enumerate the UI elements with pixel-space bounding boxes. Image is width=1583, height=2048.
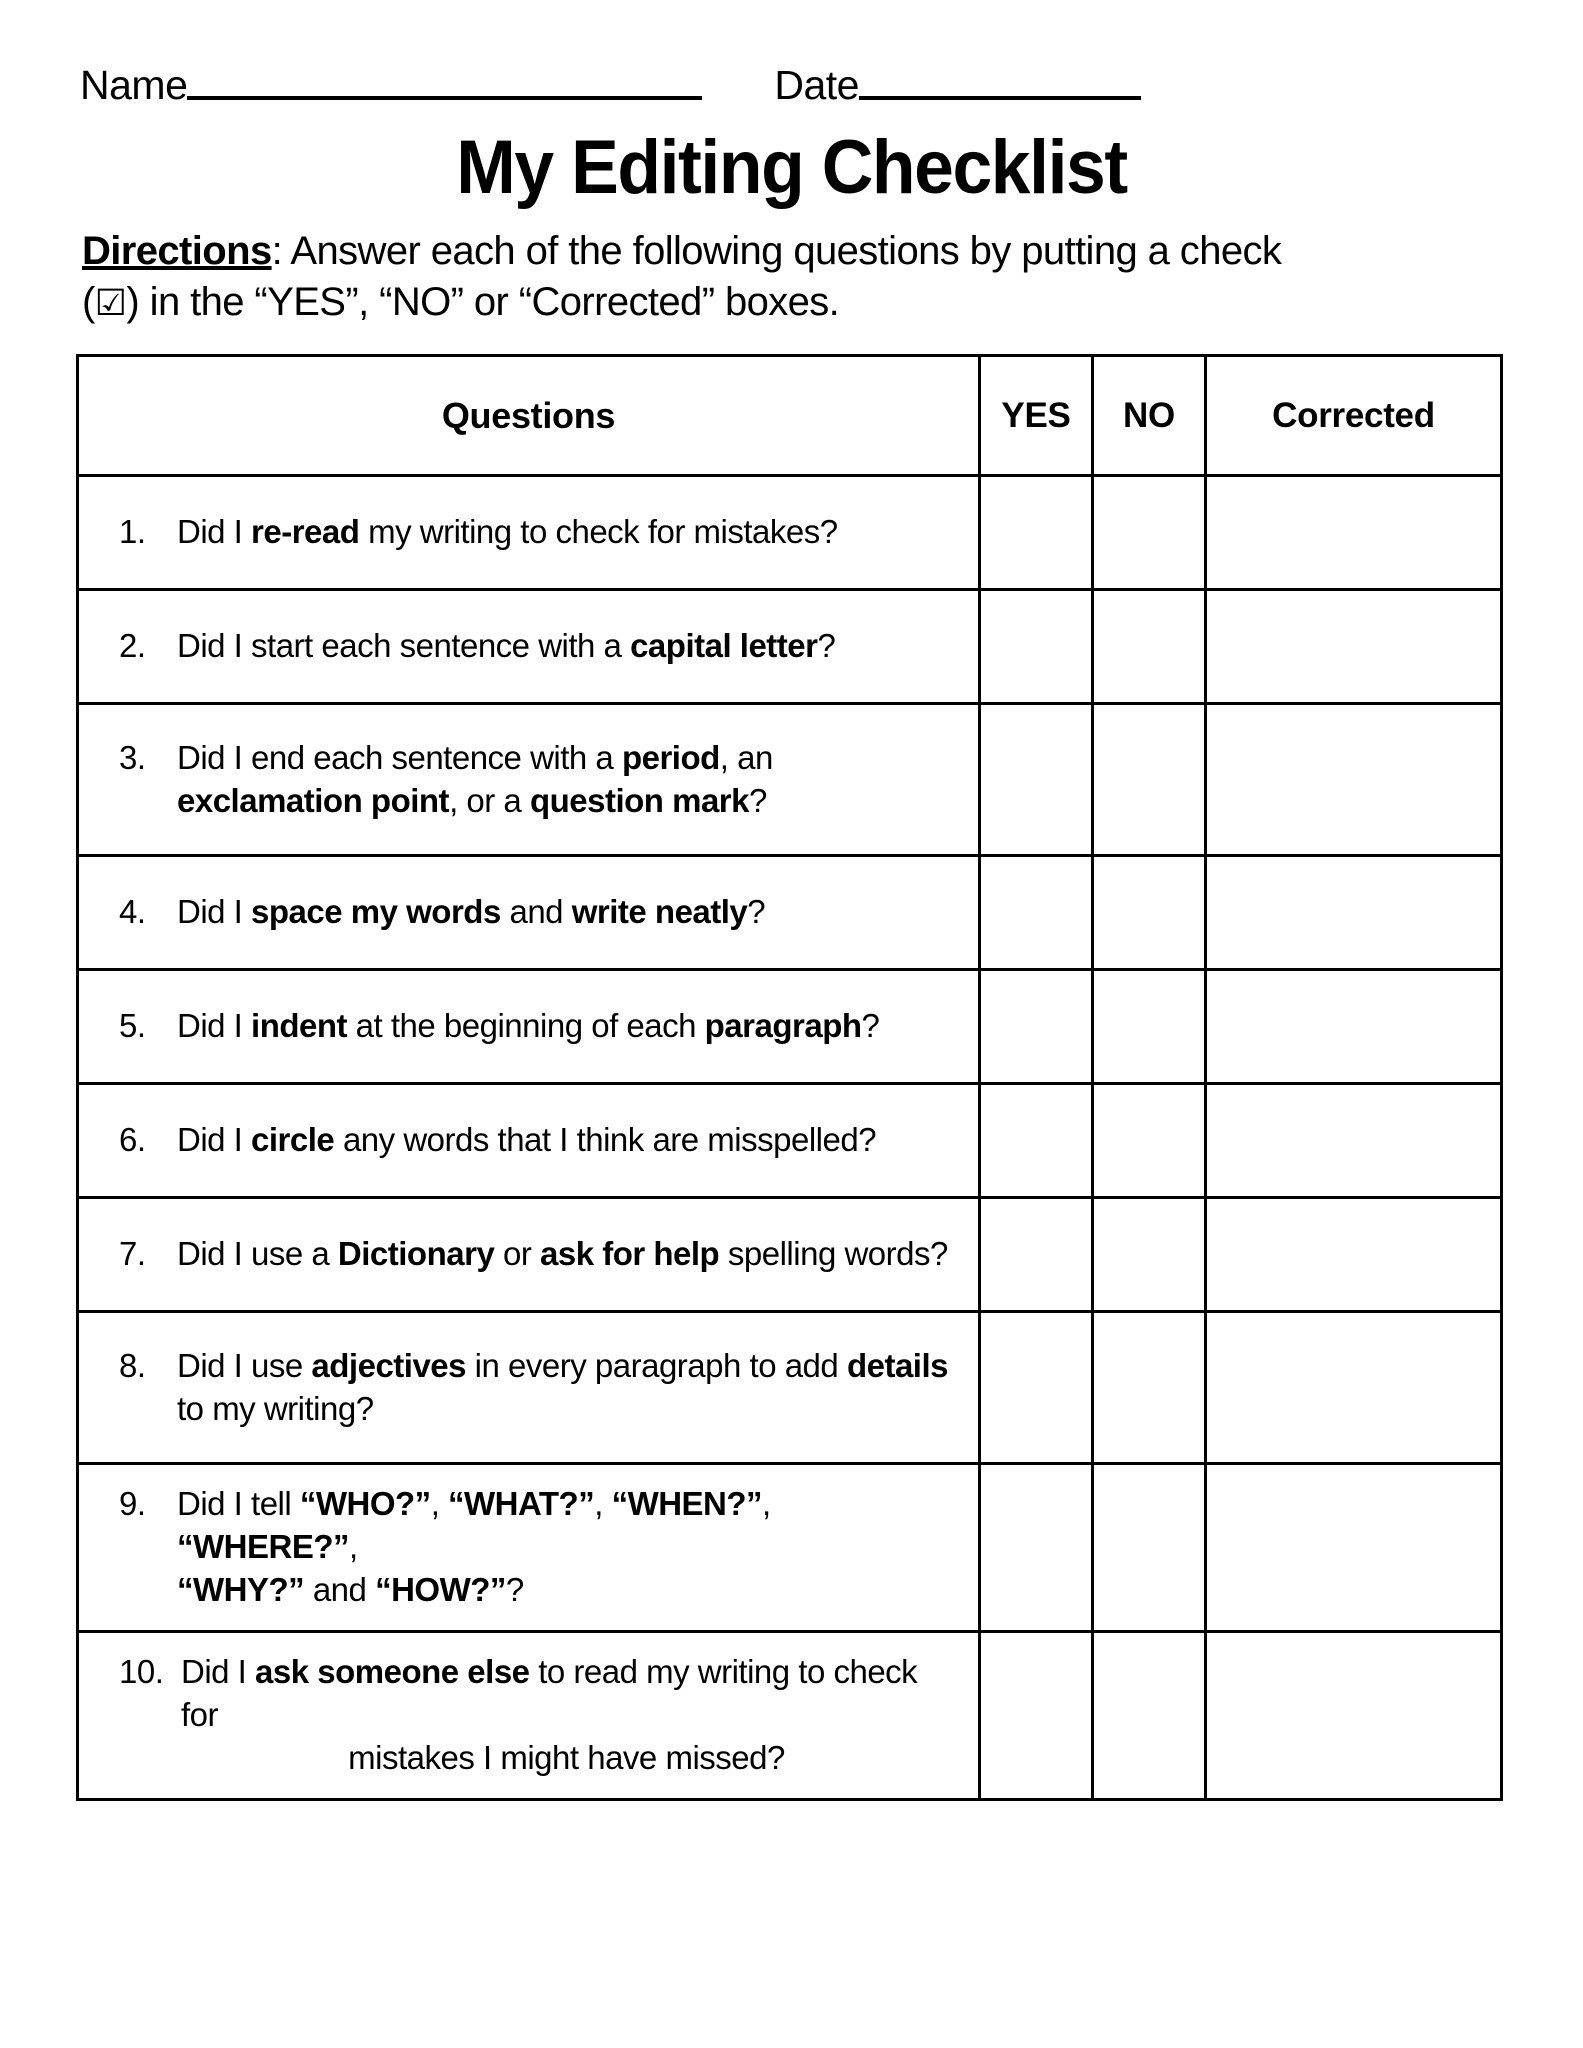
question-number: 8. <box>119 1346 146 1384</box>
corrected-checkbox-cell[interactable] <box>1204 1629 1503 1801</box>
table-row: 4. Did I space my words and write neatly… <box>76 854 1503 972</box>
question-number: 2. <box>119 627 146 665</box>
question-cell: 8. Did I use adjectives in every paragra… <box>76 1310 981 1466</box>
question-cell: 4. Did I space my words and write neatly… <box>76 854 981 972</box>
editing-checklist-table: Questions YES NO Corrected 1. Did I re-r… <box>76 354 1503 1801</box>
corrected-checkbox-cell[interactable] <box>1204 1310 1503 1466</box>
no-checkbox-cell[interactable] <box>1091 1082 1207 1200</box>
question-cell: 3. Did I end each sentence with a period… <box>76 702 981 858</box>
question-number: 1. <box>119 513 146 551</box>
corrected-checkbox-cell[interactable] <box>1204 854 1503 972</box>
corrected-checkbox-cell[interactable] <box>1204 1196 1503 1314</box>
table-row: 3. Did I end each sentence with a period… <box>76 702 1503 858</box>
no-checkbox-cell[interactable] <box>1091 1462 1207 1633</box>
no-checkbox-cell[interactable] <box>1091 1196 1207 1314</box>
name-write-line[interactable] <box>187 96 703 100</box>
column-header-yes: YES <box>978 354 1094 478</box>
question-text: Did I space my words and write neatly? <box>177 893 766 931</box>
yes-checkbox-cell[interactable] <box>978 1082 1094 1200</box>
yes-checkbox-cell[interactable] <box>978 474 1094 592</box>
question-text: Did I re-read my writing to check for mi… <box>177 513 838 551</box>
corrected-checkbox-cell[interactable] <box>1204 968 1503 1086</box>
table-header-row: Questions YES NO Corrected <box>76 354 1503 478</box>
question-text: Did I use a Dictionary or ask for help s… <box>177 1235 948 1273</box>
question-number: 7. <box>119 1235 146 1273</box>
question-number: 10. <box>119 1652 164 1690</box>
table-row: 5. Did I indent at the beginning of each… <box>76 968 1503 1086</box>
table-row: 8. Did I use adjectives in every paragra… <box>76 1310 1503 1466</box>
date-write-line[interactable] <box>858 96 1141 100</box>
question-text: Did I use adjectives in every paragraph … <box>177 1346 948 1427</box>
worksheet-page: Name Date My Editing Checklist Direction… <box>0 0 1583 2048</box>
directions-paragraph: Directions: Answer each of the following… <box>70 226 1510 328</box>
name-date-row: Name Date <box>70 36 1513 106</box>
table-row: 2. Did I start each sentence with a capi… <box>76 588 1503 706</box>
yes-checkbox-cell[interactable] <box>978 968 1094 1086</box>
table-row: 7. Did I use a Dictionary or ask for hel… <box>76 1196 1503 1314</box>
yes-checkbox-cell[interactable] <box>978 1462 1094 1633</box>
yes-checkbox-cell[interactable] <box>978 1310 1094 1466</box>
directions-label: Directions <box>82 228 272 273</box>
column-header-no: NO <box>1091 354 1207 478</box>
table-row: 6. Did I circle any words that I think a… <box>76 1082 1503 1200</box>
table-row: 1. Did I re-read my writing to check for… <box>76 474 1503 592</box>
directions-line2: ) in the “YES”, “NO” or “Corrected” boxe… <box>126 279 840 324</box>
no-checkbox-cell[interactable] <box>1091 854 1207 972</box>
question-cell: 9. Did I tell “WHO?”, “WHAT?”, “WHEN?”, … <box>76 1462 981 1633</box>
directions-colon: : <box>271 228 283 273</box>
question-number: 3. <box>119 738 146 776</box>
question-cell: 5. Did I indent at the beginning of each… <box>76 968 981 1086</box>
question-cell: 2. Did I start each sentence with a capi… <box>76 588 981 706</box>
yes-checkbox-cell[interactable] <box>978 854 1094 972</box>
yes-checkbox-cell[interactable] <box>978 1629 1094 1801</box>
question-text: Did I ask someone else to read my writin… <box>181 1652 918 1776</box>
question-text: Did I indent at the beginning of each pa… <box>177 1007 880 1045</box>
table-row: 9. Did I tell “WHO?”, “WHAT?”, “WHEN?”, … <box>76 1462 1503 1633</box>
question-cell: 10. Did I ask someone else to read my wr… <box>76 1629 981 1801</box>
question-text: Did I start each sentence with a capital… <box>177 627 836 665</box>
page-title: My Editing Checklist <box>456 125 1128 210</box>
corrected-checkbox-cell[interactable] <box>1204 1462 1503 1633</box>
name-label: Name <box>80 62 188 108</box>
question-cell: 1. Did I re-read my writing to check for… <box>76 474 981 592</box>
no-checkbox-cell[interactable] <box>1091 1310 1207 1466</box>
question-number: 9. <box>119 1485 146 1523</box>
no-checkbox-cell[interactable] <box>1091 968 1207 1086</box>
question-text: Did I circle any words that I think are … <box>177 1121 877 1159</box>
question-text: Did I tell “WHO?”, “WHAT?”, “WHEN?”, “WH… <box>177 1485 771 1608</box>
question-cell: 7. Did I use a Dictionary or ask for hel… <box>76 1196 981 1314</box>
checkbox-checked-icon: ☑ <box>94 282 127 324</box>
question-number: 6. <box>119 1121 146 1159</box>
yes-checkbox-cell[interactable] <box>978 588 1094 706</box>
column-header-corrected: Corrected <box>1204 354 1503 478</box>
no-checkbox-cell[interactable] <box>1091 474 1207 592</box>
no-checkbox-cell[interactable] <box>1091 1629 1207 1801</box>
question-cell: 6. Did I circle any words that I think a… <box>76 1082 981 1200</box>
table-row: 10. Did I ask someone else to read my wr… <box>76 1629 1503 1801</box>
directions-line1: Answer each of the following questions b… <box>282 228 1282 273</box>
corrected-checkbox-cell[interactable] <box>1204 1082 1503 1200</box>
column-header-questions: Questions <box>76 354 981 478</box>
question-number: 4. <box>119 893 146 931</box>
question-text: Did I end each sentence with a period, a… <box>177 738 773 819</box>
directions-paren-open: ( <box>82 279 95 324</box>
yes-checkbox-cell[interactable] <box>978 1196 1094 1314</box>
no-checkbox-cell[interactable] <box>1091 588 1207 706</box>
question-number: 5. <box>119 1007 146 1045</box>
no-checkbox-cell[interactable] <box>1091 702 1207 858</box>
date-label: Date <box>774 62 859 108</box>
yes-checkbox-cell[interactable] <box>978 702 1094 858</box>
corrected-checkbox-cell[interactable] <box>1204 702 1503 858</box>
corrected-checkbox-cell[interactable] <box>1204 588 1503 706</box>
corrected-checkbox-cell[interactable] <box>1204 474 1503 592</box>
